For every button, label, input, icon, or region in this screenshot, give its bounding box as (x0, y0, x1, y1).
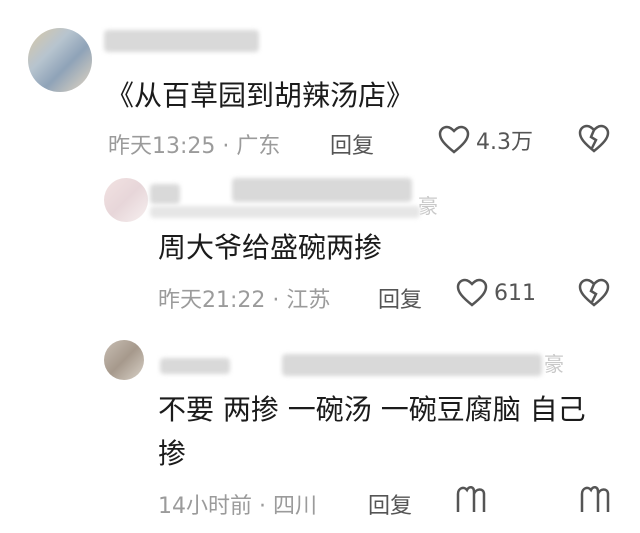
like-count: 611 (494, 280, 536, 306)
comment-meta: 14小时前 · 四川 (158, 488, 317, 520)
blur-strip (150, 206, 420, 218)
comment-location: 四川 (273, 494, 318, 519)
reply-button[interactable]: 回复 (368, 488, 412, 520)
comment-time: 昨天21:22 (158, 288, 266, 313)
like-button[interactable]: 611 (456, 278, 536, 308)
heart-outline-icon (438, 125, 470, 154)
meta-separator: · (272, 288, 280, 313)
comment-text-line: 掺 (158, 437, 187, 470)
username-blurred[interactable] (104, 30, 259, 52)
username-blurred[interactable] (150, 184, 180, 204)
comment-text-line: 不要 两掺 一碗汤 一碗豆腐脑 自己 (158, 393, 586, 426)
username-blurred[interactable] (160, 358, 230, 374)
comment-time: 14小时前 (158, 494, 252, 519)
avatar[interactable] (104, 340, 144, 380)
comment-text: 周大爷给盛碗两掺 (158, 231, 383, 264)
broken-heart-icon[interactable] (578, 278, 610, 308)
partial-icon[interactable] (578, 484, 612, 512)
like-count: 4.3万 (476, 130, 533, 155)
comment-location: 江苏 (286, 288, 331, 313)
faded-text: 豪 (418, 194, 438, 218)
reply-target-blurred[interactable] (232, 178, 412, 202)
avatar[interactable] (28, 28, 92, 92)
like-button[interactable]: 4.3万 (438, 124, 533, 156)
meta-separator: · (222, 134, 230, 159)
partial-icon[interactable] (454, 484, 488, 512)
heart-outline-icon (456, 278, 488, 307)
reply-button[interactable]: 回复 (378, 282, 422, 314)
avatar[interactable] (104, 178, 148, 222)
comment-meta: 昨天13:25 · 广东 (108, 128, 280, 160)
comment-meta: 昨天21:22 · 江苏 (158, 282, 330, 314)
comment-location: 广东 (236, 134, 281, 159)
broken-heart-icon[interactable] (578, 124, 610, 154)
reply-target-blurred[interactable] (282, 354, 542, 376)
comment-text: 《从百草园到胡辣汤店》 (106, 79, 415, 112)
comment-time: 昨天13:25 (108, 134, 216, 159)
meta-separator: · (259, 494, 266, 519)
reply-button[interactable]: 回复 (330, 128, 374, 160)
faded-text: 豪 (544, 352, 564, 376)
